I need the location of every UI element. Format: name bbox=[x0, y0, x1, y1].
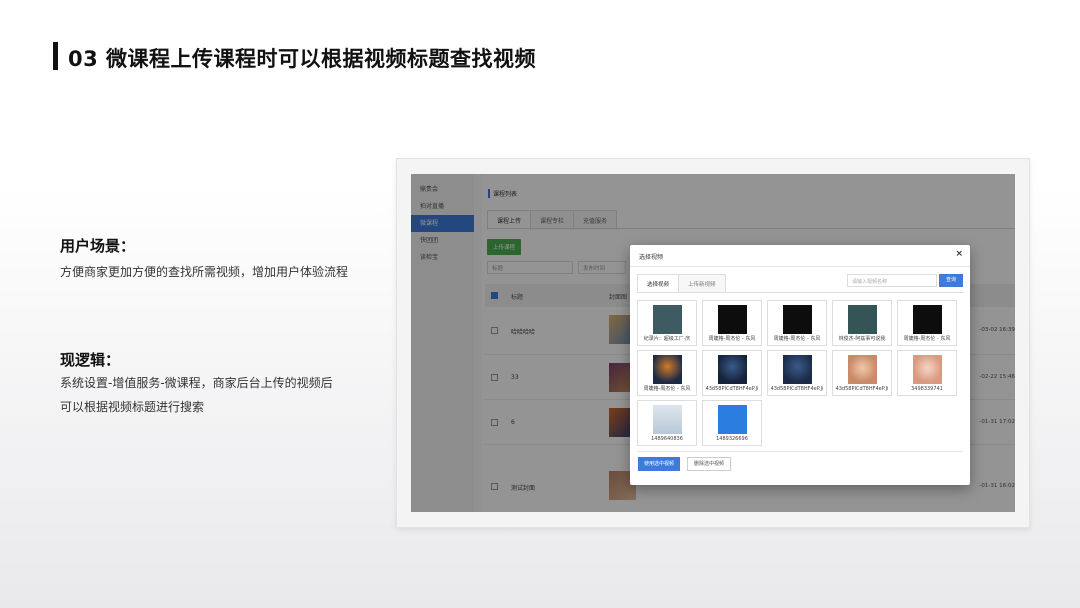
dialog-footer-divider bbox=[637, 451, 963, 452]
page-title: 03 微课程上传课程时可以根据视频标题查找视频 bbox=[68, 47, 537, 71]
video-search-input[interactable]: 请输入视频名称 bbox=[847, 274, 937, 287]
video-thumbnail bbox=[653, 305, 682, 334]
video-thumbnail bbox=[913, 355, 942, 384]
video-caption: 纪录片：超级工厂·庆 bbox=[643, 336, 691, 342]
use-selected-video-button[interactable]: 使用选中视频 bbox=[638, 457, 681, 471]
video-caption: 周婕格-周杰伦 - 东风 bbox=[773, 336, 821, 342]
title-accent-bar bbox=[53, 42, 58, 70]
video-thumbnail bbox=[783, 355, 812, 384]
scenario-text: 方便商家更加方便的查找所需视频，增加用户体验流程 bbox=[60, 265, 349, 279]
video-caption: 周婕格-周杰伦 - 东风 bbox=[708, 336, 756, 342]
video-thumbnail bbox=[718, 355, 747, 384]
dialog-tab-divider bbox=[637, 292, 963, 293]
video-card[interactable]: 周婕格-周杰伦 - 东风 bbox=[702, 300, 762, 346]
scenario-title: 用户场景： bbox=[60, 237, 136, 255]
tab-select-video[interactable]: 选择视频 bbox=[637, 274, 680, 293]
video-card[interactable]: 林俊杰-阿兹事可说我 bbox=[832, 300, 892, 346]
video-caption: 周婕格-周杰伦 - 东风 bbox=[643, 386, 691, 392]
video-caption: 43d58PICdT8HF4eP.Ji bbox=[705, 386, 759, 392]
video-caption: 1489640836 bbox=[651, 436, 683, 442]
logic-title: 现逻辑： bbox=[60, 351, 121, 369]
video-card[interactable]: 43d58PICdT8HF4eP.Ji bbox=[832, 350, 892, 396]
video-caption: 周婕格-周杰伦 - 东风 bbox=[903, 336, 951, 342]
video-card[interactable]: 43d58PICdT8HF4eP.Ji bbox=[767, 350, 827, 396]
logic-text-line2: 可以根据视频标题进行搜索 bbox=[60, 400, 205, 414]
video-card[interactable]: 1489326696 bbox=[702, 400, 762, 446]
video-thumbnail bbox=[718, 305, 747, 334]
video-card[interactable]: 纪录片：超级工厂·庆 bbox=[637, 300, 697, 346]
dialog-tabs: 选择视频 上传新视频 bbox=[637, 274, 726, 293]
close-icon[interactable]: × bbox=[955, 249, 963, 259]
logic-text-line1: 系统设置-增值服务-微课程，商家后台上传的视频后 bbox=[60, 376, 333, 390]
video-card[interactable]: 周婕格-周杰伦 - 东风 bbox=[637, 350, 697, 396]
video-card[interactable]: 周婕格-周杰伦 - 东风 bbox=[767, 300, 827, 346]
video-thumbnail bbox=[848, 355, 877, 384]
video-caption: 林俊杰-阿兹事可说我 bbox=[838, 336, 886, 342]
video-thumbnail bbox=[913, 305, 942, 334]
video-card[interactable]: 周婕格-周杰伦 - 东风 bbox=[897, 300, 957, 346]
video-thumbnail bbox=[653, 405, 682, 434]
video-thumbnail bbox=[783, 305, 812, 334]
video-caption: 3498339741 bbox=[911, 386, 943, 392]
video-thumbnail bbox=[653, 355, 682, 384]
tab-upload-video[interactable]: 上传新视频 bbox=[678, 274, 726, 293]
scenario-section: 用户场景： bbox=[60, 235, 135, 256]
select-video-dialog: 选择视频 × 选择视频 上传新视频 请输入视频名称 查询 纪录片：超级工厂·庆 … bbox=[630, 245, 970, 485]
video-card[interactable]: 43d58PICdT8HF4eP.Ji bbox=[702, 350, 762, 396]
search-button[interactable]: 查询 bbox=[939, 274, 963, 287]
video-card[interactable]: 3498339741 bbox=[897, 350, 957, 396]
video-thumbnail bbox=[848, 305, 877, 334]
video-caption: 43d58PICdT8HF4eP.Ji bbox=[835, 386, 889, 392]
video-caption: 43d58PICdT8HF4eP.Ji bbox=[770, 386, 824, 392]
dialog-divider bbox=[630, 266, 970, 267]
video-card[interactable]: 1489640836 bbox=[637, 400, 697, 446]
dialog-title: 选择视频 bbox=[639, 254, 664, 261]
logic-section: 现逻辑： bbox=[60, 349, 120, 370]
video-caption: 1489326696 bbox=[716, 436, 748, 442]
video-thumbnail bbox=[718, 405, 747, 434]
delete-selected-video-button[interactable]: 删除选中视频 bbox=[687, 457, 732, 471]
